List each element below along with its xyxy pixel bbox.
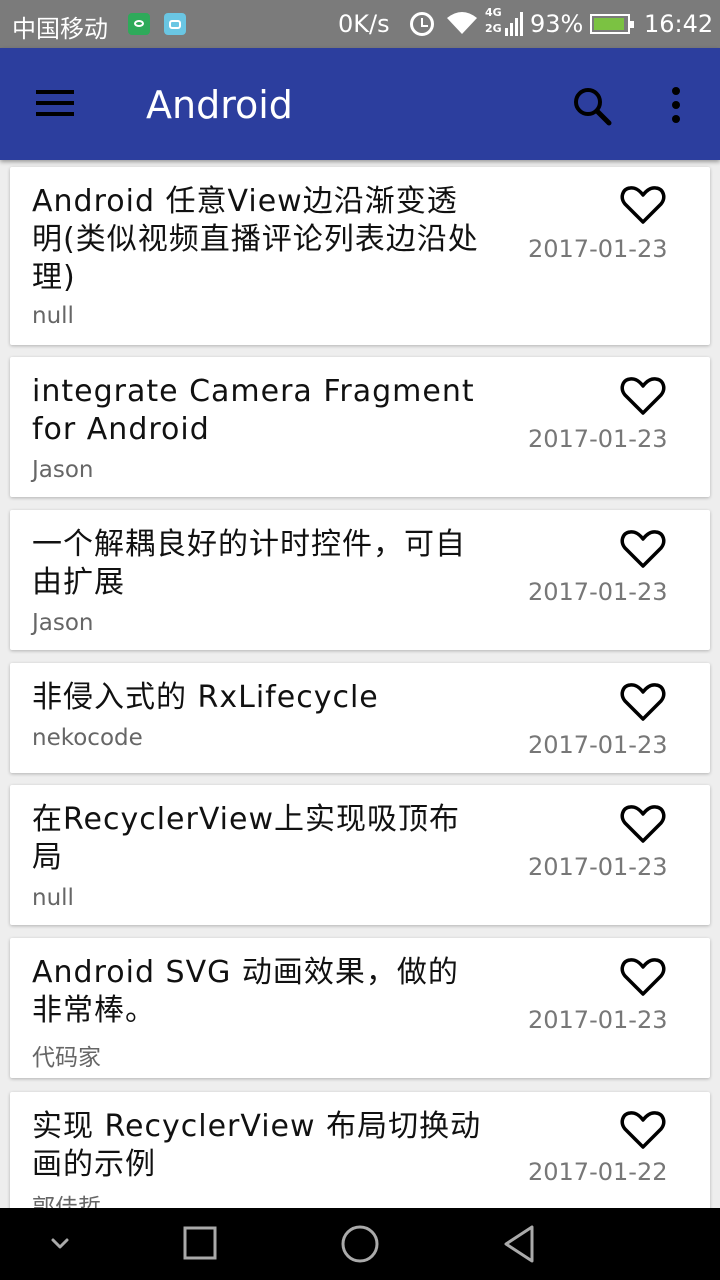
- page-title: Android: [146, 83, 293, 127]
- article-date: 2017-01-23: [528, 425, 668, 453]
- carrier-name: 中国移动: [12, 15, 108, 43]
- article-author: nekocode: [32, 725, 143, 751]
- heart-icon[interactable]: [620, 1109, 666, 1151]
- more-vert-icon[interactable]: [660, 84, 692, 128]
- net-speed: 0K/s: [338, 10, 390, 38]
- article-date: 2017-01-23: [528, 235, 668, 263]
- clock-time: 16:42: [644, 10, 714, 38]
- status-bar: 中国移动 0K/s 4G 2G 93% 16:42: [0, 0, 720, 48]
- article-card[interactable]: Android SVG 动画效果，做的非常棒。 代码家 2017-01-23: [10, 938, 710, 1078]
- signal-icon: 4G 2G: [485, 6, 527, 40]
- article-card[interactable]: 非侵入式的 RxLifecycle nekocode 2017-01-23: [10, 663, 710, 773]
- heart-icon[interactable]: [620, 375, 666, 417]
- alarm-icon: [410, 12, 434, 36]
- network-type-2g: 2G: [485, 22, 502, 35]
- article-date: 2017-01-23: [528, 578, 668, 606]
- article-author: 郭佳哲: [32, 1195, 101, 1208]
- article-author: null: [32, 303, 74, 329]
- article-author: null: [32, 885, 74, 911]
- article-title: Android 任意View边沿渐变透明(类似视频直播评论列表边沿处理): [32, 184, 479, 295]
- heart-icon[interactable]: [620, 956, 666, 998]
- article-list[interactable]: Android 任意View边沿渐变透明(类似视频直播评论列表边沿处理) nul…: [0, 160, 720, 1208]
- article-title: 一个解耦良好的计时控件，可自由扩展: [32, 527, 466, 600]
- heart-icon[interactable]: [620, 184, 666, 226]
- article-title: 实现 RecyclerView 布局切换动画的示例: [32, 1109, 482, 1182]
- home-icon[interactable]: [336, 1222, 384, 1266]
- heart-icon[interactable]: [620, 681, 666, 723]
- article-title: 在RecyclerView上实现吸顶布局: [32, 802, 461, 875]
- article-card[interactable]: 一个解耦良好的计时控件，可自由扩展 Jason 2017-01-23: [10, 510, 710, 650]
- article-card[interactable]: Android 任意View边沿渐变透明(类似视频直播评论列表边沿处理) nul…: [10, 167, 710, 345]
- article-author: 代码家: [32, 1045, 101, 1071]
- article-date: 2017-01-23: [528, 853, 668, 881]
- menu-icon[interactable]: [28, 86, 76, 122]
- article-card[interactable]: 在RecyclerView上实现吸顶布局 null 2017-01-23: [10, 785, 710, 925]
- article-card[interactable]: integrate Camera Fragment for Android Ja…: [10, 357, 710, 497]
- wifi-icon: [447, 12, 477, 34]
- heart-icon[interactable]: [620, 528, 666, 570]
- back-icon[interactable]: [496, 1222, 544, 1266]
- network-type-4g: 4G: [485, 6, 502, 19]
- article-author: Jason: [32, 610, 94, 636]
- eye-app-icon: [128, 13, 150, 35]
- article-author: Jason: [32, 457, 94, 483]
- recents-icon[interactable]: [176, 1222, 224, 1266]
- search-icon[interactable]: [568, 84, 616, 128]
- article-title: integrate Camera Fragment for Android: [32, 374, 475, 447]
- article-title: Android SVG 动画效果，做的非常棒。: [32, 955, 459, 1028]
- battery-icon: [590, 14, 634, 34]
- battery-percent: 93%: [530, 10, 584, 38]
- article-date: 2017-01-23: [528, 731, 668, 759]
- android-app-icon: [164, 13, 186, 35]
- navigation-bar: [0, 1208, 720, 1280]
- heart-icon[interactable]: [620, 803, 666, 845]
- article-card[interactable]: 实现 RecyclerView 布局切换动画的示例 郭佳哲 2017-01-22: [10, 1092, 710, 1208]
- article-date: 2017-01-23: [528, 1006, 668, 1034]
- article-title: 非侵入式的 RxLifecycle: [32, 680, 379, 715]
- app-bar: Android: [0, 48, 720, 160]
- article-date: 2017-01-22: [528, 1158, 668, 1186]
- chevron-down-icon[interactable]: [36, 1222, 84, 1266]
